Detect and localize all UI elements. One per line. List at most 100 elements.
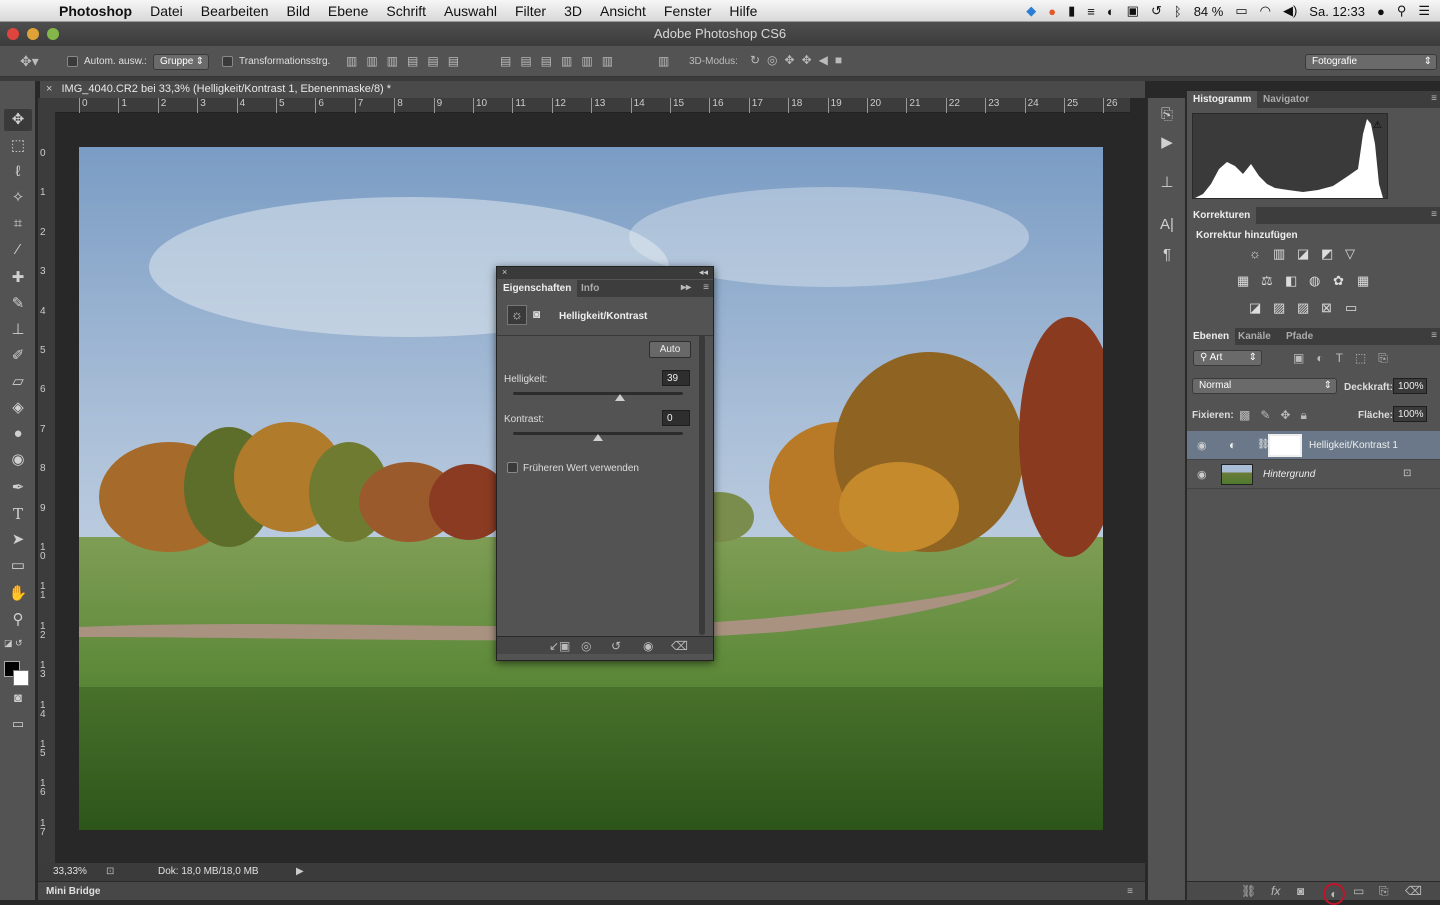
menu-bearbeiten[interactable]: Bearbeiten	[192, 3, 278, 19]
time-machine-icon[interactable]: ↺	[1151, 3, 1162, 19]
color-balance-icon[interactable]: ⚖	[1261, 273, 1273, 289]
clone-stamp-tool-icon[interactable]: ⊥	[4, 319, 32, 341]
background-color-swatch[interactable]	[13, 670, 29, 686]
layer-filter-dropdown[interactable]: ⚲ Art ⇕	[1193, 350, 1262, 366]
distribute-icons[interactable]: ▤▤▤▥▥▥	[500, 54, 622, 68]
layers-panel-menu-icon[interactable]: ≡	[1431, 330, 1437, 341]
add-mask-icon[interactable]: ◙	[1297, 884, 1304, 898]
selective-color-icon[interactable]: ⊠	[1321, 300, 1332, 316]
brush-tool-icon[interactable]: ✎	[4, 293, 32, 315]
layer-name[interactable]: Helligkeit/Kontrast 1	[1309, 440, 1398, 451]
evernote-icon[interactable]: ◐	[1107, 4, 1115, 19]
tab-info[interactable]: Info	[575, 280, 605, 297]
default-colors-icon[interactable]: ◪ ↺	[4, 638, 23, 649]
document-tab[interactable]: × IMG_4040.CR2 bei 33,3% (Helligkeit/Kon…	[40, 81, 1145, 98]
channel-mixer-icon[interactable]: ✿	[1333, 273, 1344, 289]
battery-icon[interactable]: ▭	[1235, 3, 1247, 19]
tab-navigator[interactable]: Navigator	[1257, 91, 1315, 108]
close-panel-icon[interactable]: ×	[502, 267, 507, 277]
clock[interactable]: Sa. 12:33	[1309, 4, 1365, 19]
paragraph-panel-icon[interactable]: ¶	[1153, 244, 1181, 266]
properties-titlebar[interactable]: × ◂◂	[497, 267, 713, 279]
marquee-tool-icon[interactable]: ⬚	[4, 135, 32, 157]
color-lookup-icon[interactable]: ▦	[1357, 273, 1369, 289]
gradient-map-icon[interactable]: ▭	[1345, 300, 1357, 316]
status-share-icon[interactable]: ⊡	[106, 863, 114, 881]
user-icon[interactable]: ●	[1377, 4, 1385, 19]
menu-ebene[interactable]: Ebene	[319, 3, 377, 19]
ruler-origin[interactable]	[38, 98, 55, 113]
delete-layer-icon[interactable]: ⌫	[1405, 884, 1422, 898]
fill-field[interactable]: 100%	[1393, 406, 1427, 422]
layer-filter-icons[interactable]: ▣◐T⬚⎘	[1293, 351, 1400, 366]
align-icons[interactable]: ▥▥▥▤▤▤	[346, 54, 468, 68]
actions-panel-icon[interactable]: ▶	[1153, 132, 1181, 154]
menu-fenster[interactable]: Fenster	[655, 3, 720, 19]
wifi-icon[interactable]: ◠	[1260, 3, 1271, 19]
new-group-icon[interactable]: ▭	[1353, 884, 1364, 898]
brightness-contrast-icon[interactable]: ☼	[1249, 246, 1261, 261]
tab-paths[interactable]: Pfade	[1280, 328, 1319, 345]
contrast-field[interactable]: 0	[662, 410, 690, 426]
menu-auswahl[interactable]: Auswahl	[435, 3, 506, 19]
menu-schrift[interactable]: Schrift	[377, 3, 435, 19]
battery-percent[interactable]: 84 %	[1194, 4, 1224, 19]
menu-bild[interactable]: Bild	[278, 3, 319, 19]
pen-tool-icon[interactable]: ✒	[4, 477, 32, 499]
vibrance-icon[interactable]: ▽	[1345, 246, 1355, 262]
minimize-window-button[interactable]	[27, 28, 39, 40]
auto-button[interactable]: Auto	[649, 341, 691, 358]
brightness-slider-thumb[interactable]	[615, 394, 625, 401]
tab-histogram[interactable]: Histogramm	[1187, 91, 1258, 108]
lock-icon[interactable]: ▣	[1127, 3, 1139, 19]
auto-align-icon[interactable]: ▥	[658, 54, 669, 68]
adjustment-sun-icon[interactable]: ☼	[507, 305, 527, 325]
eraser-tool-icon[interactable]: ▱	[4, 371, 32, 393]
quick-mask-icon[interactable]: ◙	[4, 687, 32, 709]
photo-filter-icon[interactable]: ◍	[1309, 273, 1320, 289]
character-panel-icon[interactable]: A|	[1153, 214, 1181, 236]
mini-bridge-menu-icon[interactable]: ≡	[1127, 882, 1133, 901]
type-tool-icon[interactable]: T	[4, 503, 32, 525]
mask-icon[interactable]: ◙	[533, 307, 540, 321]
zoom-window-button[interactable]	[47, 28, 59, 40]
auto-select-checkbox[interactable]	[67, 56, 78, 67]
reset-adjustment-icon[interactable]: ↺	[611, 639, 621, 653]
layer-thumbnail[interactable]	[1221, 464, 1253, 485]
history-brush-tool-icon[interactable]: ✐	[4, 345, 32, 367]
toggle-visibility-icon[interactable]: ◉	[643, 639, 653, 653]
rectangle-tool-icon[interactable]: ▭	[4, 555, 32, 577]
bookmark-icon[interactable]: ▮	[1068, 3, 1075, 19]
menu-datei[interactable]: Datei	[141, 3, 192, 19]
mini-bridge-panel[interactable]: Mini Bridge ≡	[38, 881, 1145, 900]
menu-filter[interactable]: Filter	[506, 3, 555, 19]
sync-icon[interactable]: ●	[1048, 4, 1056, 19]
expand-icon[interactable]: ▸▸	[681, 282, 691, 293]
transform-controls-checkbox[interactable]	[222, 56, 233, 67]
properties-scrollbar[interactable]	[699, 335, 705, 635]
delete-adjustment-icon[interactable]: ⌫	[671, 639, 688, 653]
posterize-icon[interactable]: ▨	[1273, 300, 1285, 316]
tab-channels[interactable]: Kanäle	[1232, 328, 1277, 345]
menu-hilfe[interactable]: Hilfe	[720, 3, 766, 19]
notification-icon[interactable]: ☰	[1418, 3, 1430, 19]
curves-icon[interactable]: ◪	[1297, 246, 1309, 262]
clip-to-layer-icon[interactable]: ↙▣	[549, 639, 570, 653]
lock-options-icons[interactable]: ▩✎✥🔒︎	[1239, 408, 1317, 423]
corrections-panel-menu-icon[interactable]: ≡	[1431, 209, 1437, 220]
layer-name[interactable]: Hintergrund	[1263, 469, 1315, 480]
dropbox-icon[interactable]: ◆	[1026, 3, 1036, 19]
move-tool-preset-icon[interactable]: ✥▾	[20, 53, 39, 70]
tool-presets-icon[interactable]: ⊥	[1153, 172, 1181, 194]
collapse-panel-icon[interactable]: ◂◂	[699, 267, 708, 278]
new-layer-icon[interactable]: ⎘	[1379, 884, 1389, 899]
visibility-eye-icon[interactable]: ◉	[1197, 468, 1207, 481]
move-tool-icon[interactable]: ✥	[4, 109, 32, 131]
visibility-eye-icon[interactable]: ◉	[1197, 439, 1207, 452]
menu-app-name[interactable]: Photoshop	[50, 3, 141, 19]
status-menu-arrow-icon[interactable]: ▶	[296, 863, 304, 881]
history-panel-icon[interactable]: ⎘	[1153, 104, 1181, 126]
list-icon[interactable]: ≡	[1087, 4, 1095, 19]
properties-menu-icon[interactable]: ≡	[703, 282, 709, 293]
volume-icon[interactable]: ◀)	[1283, 3, 1297, 19]
